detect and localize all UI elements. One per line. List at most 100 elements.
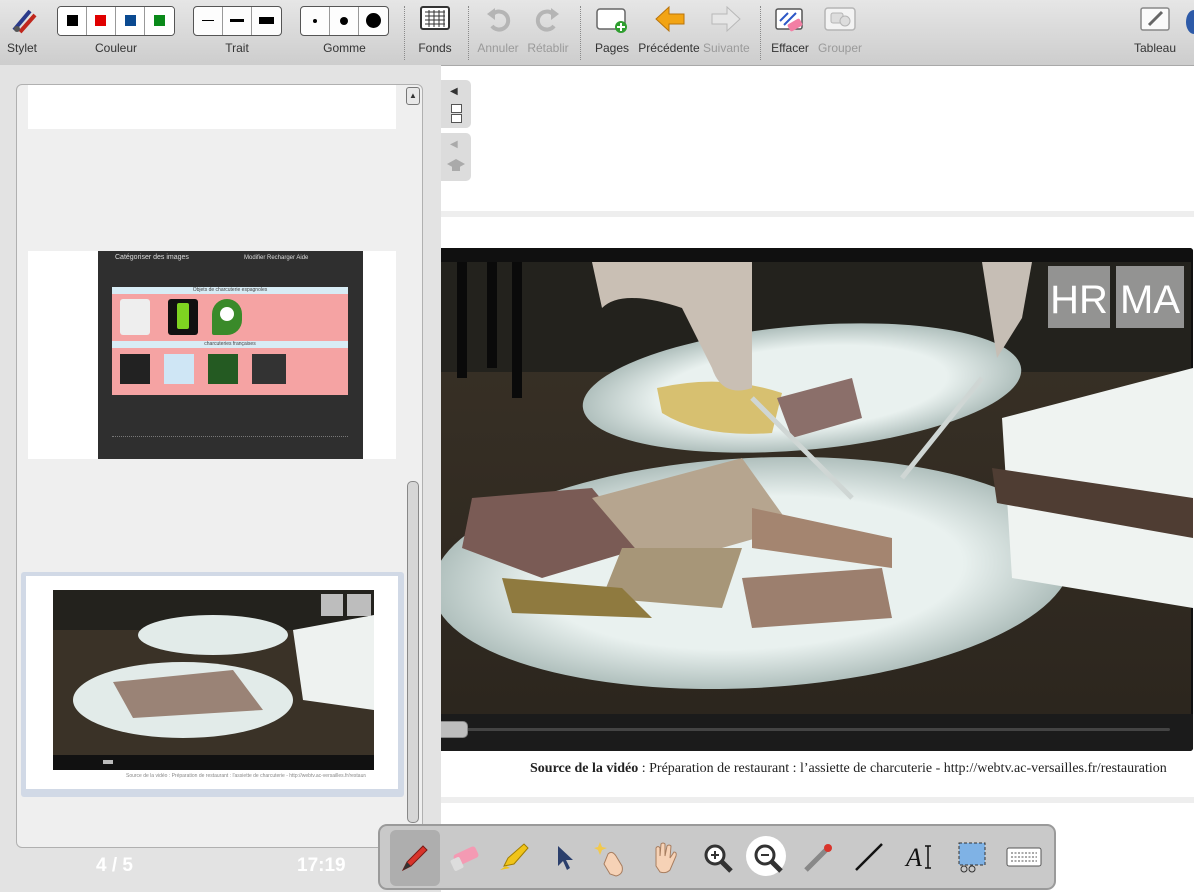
laser-pointer-tool[interactable] xyxy=(798,834,838,880)
stroke-thin-button[interactable] xyxy=(194,7,223,35)
stroke-medium-button[interactable] xyxy=(223,7,252,35)
background-grid-icon xyxy=(420,6,450,30)
suivante-label: Suivante xyxy=(703,41,750,55)
toolbar-separator xyxy=(468,6,469,60)
couleur-label: Couleur xyxy=(94,41,138,55)
pages-icon xyxy=(451,104,462,113)
activity-title: Catégoriser des images xyxy=(115,254,189,261)
top-toolbar: Stylet Couleur Trait Gomme Fonds Annuler… xyxy=(0,0,1194,66)
page-thumbnail-4[interactable]: Source de la vidéo : Préparation de rest… xyxy=(21,572,404,797)
zoom-out-tool[interactable] xyxy=(746,834,786,880)
stylet-icon xyxy=(12,9,37,34)
grouper-label: Grouper xyxy=(817,41,863,55)
grouper-button[interactable]: Grouper xyxy=(816,0,864,65)
current-page-preview: Source de la vidéo : Préparation de rest… xyxy=(26,576,398,789)
color-selector xyxy=(57,6,175,36)
page-indicator: 4 / 5 xyxy=(96,855,133,876)
annuler-button[interactable]: Annuler xyxy=(477,0,519,65)
color-blue-button[interactable] xyxy=(116,7,145,35)
bottom-toolbar: A xyxy=(378,824,1056,890)
scrollbar-thumb[interactable] xyxy=(407,481,419,823)
magic-touch-tool[interactable] xyxy=(592,834,632,880)
image-card[interactable] xyxy=(120,299,150,335)
retablir-button[interactable]: Rétablir xyxy=(526,0,570,65)
pages-icon xyxy=(451,114,462,123)
pages-button[interactable]: Pages xyxy=(590,0,634,65)
image-card[interactable] xyxy=(120,354,150,384)
image-card[interactable] xyxy=(208,354,238,384)
gomme-group: Gomme xyxy=(299,0,390,65)
eraser-medium-button[interactable] xyxy=(330,7,359,35)
group-icon xyxy=(824,7,856,31)
eraser-tool[interactable] xyxy=(444,834,484,880)
video-frame xyxy=(422,248,1193,751)
effacer-button[interactable]: Effacer xyxy=(768,0,812,65)
suivante-button[interactable]: Suivante xyxy=(703,0,750,65)
pointer-tool[interactable] xyxy=(544,834,584,880)
precedente-button[interactable]: Précédente xyxy=(638,0,700,65)
graduation-cap-icon xyxy=(447,159,465,171)
scroll-up-arrow[interactable]: ▲ xyxy=(406,87,420,105)
screen-capture-tool[interactable] xyxy=(952,834,992,880)
effacer-label: Effacer xyxy=(771,41,809,55)
keyboard-tool[interactable] xyxy=(1004,834,1044,880)
zoom-out-icon xyxy=(754,844,783,873)
profile-icon[interactable] xyxy=(1186,10,1194,34)
tableau-button[interactable]: Tableau xyxy=(1133,0,1177,65)
left-panel: Catégoriser des images Modifier Recharge… xyxy=(0,65,441,892)
text-icon: A xyxy=(904,843,931,872)
eraser-large-button[interactable] xyxy=(359,7,388,35)
image-card[interactable] xyxy=(252,354,286,384)
arrow-left-icon xyxy=(655,5,685,33)
image-card[interactable] xyxy=(168,299,198,335)
thumbnail-scrollbar[interactable]: ▲ ▼ xyxy=(406,87,420,843)
arrow-right-icon xyxy=(711,5,741,33)
color-black-button[interactable] xyxy=(58,7,87,35)
color-green-button[interactable] xyxy=(145,7,174,35)
fonds-button[interactable]: Fonds xyxy=(413,0,457,65)
magic-touch-icon xyxy=(594,842,623,877)
pen-icon xyxy=(401,845,428,872)
page-thumbnail-2[interactable] xyxy=(28,85,396,129)
clear-board-icon xyxy=(775,8,803,32)
video-player[interactable]: HR MA xyxy=(422,248,1193,751)
clock: 17:19 xyxy=(297,855,346,876)
resources-panel-tab[interactable]: ◀ xyxy=(441,133,471,181)
eraser-size-selector xyxy=(300,6,389,36)
caption-source-label: Source de la vidéo xyxy=(530,761,639,776)
highlighter-icon xyxy=(500,843,529,870)
couleur-group: Couleur xyxy=(56,0,176,65)
zoom-in-tool[interactable] xyxy=(696,834,736,880)
hand-tool[interactable] xyxy=(644,834,684,880)
gomme-label: Gomme xyxy=(323,41,366,55)
stylet-tool[interactable]: Stylet xyxy=(0,0,44,65)
activity-divider xyxy=(112,436,348,438)
category-row-2: charcuteries françaises xyxy=(112,341,348,395)
video-thumbnail-image xyxy=(53,590,374,770)
add-page-icon xyxy=(596,8,627,33)
svg-text:A: A xyxy=(904,843,922,872)
category-row-1-label: Objets de charcuterie espagnoles xyxy=(112,287,348,294)
redo-icon xyxy=(535,8,559,32)
text-tool[interactable]: A xyxy=(900,834,940,880)
eraser-small-button[interactable] xyxy=(301,7,330,35)
toolbar-separator xyxy=(404,6,405,60)
toolbar-separator xyxy=(580,6,581,60)
retablir-label: Rétablir xyxy=(527,41,569,55)
image-card[interactable] xyxy=(164,354,194,384)
precedente-label: Précédente xyxy=(638,41,700,55)
activity-links: Modifier Recharger Aide xyxy=(244,255,309,261)
stroke-thick-button[interactable] xyxy=(252,7,281,35)
pages-label: Pages xyxy=(594,41,630,55)
highlighter-tool[interactable] xyxy=(494,834,534,880)
pages-panel-tab[interactable]: ◀ xyxy=(441,80,471,128)
page-thumbnail-3[interactable]: Catégoriser des images Modifier Recharge… xyxy=(28,251,396,459)
stroke-selector xyxy=(193,6,282,36)
line-tool[interactable] xyxy=(848,834,888,880)
pen-tool[interactable] xyxy=(390,830,440,886)
page-divider xyxy=(441,797,1194,803)
color-red-button[interactable] xyxy=(87,7,116,35)
pointer-icon xyxy=(558,846,573,870)
image-card[interactable] xyxy=(212,299,242,335)
category-row-2-label: charcuteries françaises xyxy=(112,341,348,348)
